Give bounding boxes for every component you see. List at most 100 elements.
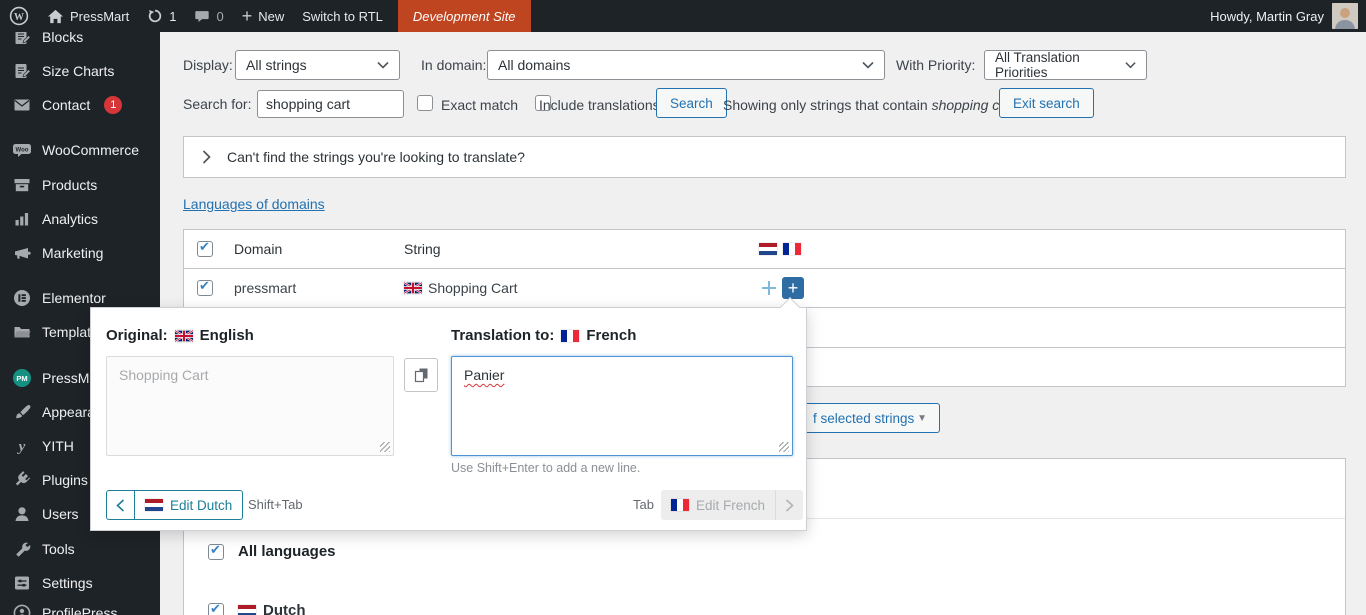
- exact-match-label: Exact match: [441, 90, 518, 120]
- domain-select-value: All domains: [498, 57, 570, 73]
- comments-icon: [194, 8, 210, 24]
- dutch-checkbox[interactable]: [208, 603, 224, 615]
- edit-french-button-disabled: Edit French: [661, 490, 803, 520]
- search-results-note: Showing only strings that contain shoppi…: [723, 90, 1016, 120]
- row-string-text: Shopping Cart: [428, 280, 518, 296]
- english-flag-icon: [175, 330, 193, 342]
- search-for-label: Search for:: [183, 89, 251, 119]
- pressmart-icon: PM: [12, 368, 32, 388]
- sidebar-item-elementor[interactable]: Elementor: [0, 287, 160, 309]
- sidebar-item-label: ProfilePress: [42, 605, 117, 615]
- copy-original-button[interactable]: [404, 358, 438, 392]
- new-label: New: [258, 9, 284, 24]
- sidebar-item-settings[interactable]: Settings: [0, 572, 160, 594]
- row-domain: pressmart: [234, 280, 404, 296]
- sidebar-item-label: Products: [42, 177, 97, 193]
- environment-badge: Development Site: [398, 0, 531, 32]
- newline-hint: Use Shift+Enter to add a new line.: [451, 461, 640, 475]
- all-languages-row: All languages: [208, 543, 336, 560]
- display-label: Display:: [183, 50, 233, 80]
- french-flag-icon: [783, 243, 801, 255]
- all-languages-checkbox[interactable]: [208, 544, 224, 560]
- translation-text: Panier: [464, 367, 504, 383]
- sidebar-item-label: Plugins: [42, 472, 88, 488]
- profilepress-icon: [12, 603, 32, 615]
- sidebar-item-label: Marketing: [42, 245, 103, 261]
- domain-select[interactable]: All domains: [487, 50, 885, 80]
- priority-select[interactable]: All Translation Priorities: [984, 50, 1147, 80]
- row-checkbox[interactable]: [197, 280, 213, 296]
- sidebar-item-contact[interactable]: Contact 1: [0, 94, 160, 116]
- avatar[interactable]: [1332, 3, 1358, 29]
- search-input[interactable]: [257, 90, 404, 118]
- exact-match-checkbox[interactable]: [417, 95, 433, 111]
- sidebar-item-profilepress[interactable]: ProfilePress: [0, 602, 160, 615]
- svg-text:PM: PM: [16, 374, 27, 383]
- sidebar-item-products[interactable]: Products: [0, 174, 160, 196]
- wrench-icon: [12, 539, 32, 559]
- resize-handle: [380, 442, 390, 452]
- switch-to-rtl[interactable]: Switch to RTL: [293, 0, 392, 32]
- copy-icon: [413, 367, 429, 383]
- home-icon: [47, 8, 64, 25]
- search-button[interactable]: Search: [656, 88, 727, 118]
- sidebar-item-woocommerce[interactable]: Woo WooCommerce: [0, 139, 160, 161]
- dutch-flag-icon: [238, 605, 256, 615]
- all-languages-label: All languages: [238, 543, 336, 560]
- howdy-text[interactable]: Howdy, Martin Gray: [1210, 9, 1324, 24]
- original-language: English: [200, 327, 254, 344]
- select-all-checkbox[interactable]: [197, 241, 213, 257]
- add-dutch-translation-icon[interactable]: [761, 280, 777, 296]
- chevron-right-icon: [775, 490, 803, 520]
- svg-text:W: W: [14, 12, 24, 23]
- elementor-icon: [12, 288, 32, 308]
- folder-icon: [12, 322, 32, 342]
- sidebar-item-tools[interactable]: Tools: [0, 538, 160, 560]
- site-menu[interactable]: PressMart: [38, 0, 138, 32]
- admin-bar: W PressMart 1 0 + New Switch to RTL Deve…: [0, 0, 1366, 32]
- notification-badge: 1: [104, 96, 122, 114]
- cant-find-strings-panel[interactable]: Can't find the strings you're looking to…: [183, 136, 1346, 178]
- in-domain-label: In domain:: [421, 50, 486, 80]
- comments-menu[interactable]: 0: [185, 0, 232, 32]
- sidebar-item-size-charts[interactable]: Size Charts: [0, 60, 160, 82]
- sidebar-item-label: Users: [42, 506, 79, 522]
- translation-textarea[interactable]: Panier: [451, 356, 793, 456]
- languages-of-domains-link[interactable]: Languages of domains: [183, 196, 325, 212]
- dutch-label-wrap: Dutch: [238, 602, 306, 615]
- size-charts-icon: [12, 61, 32, 81]
- bulk-action-selected-strings-button[interactable]: f selected strings ▼: [800, 403, 940, 433]
- translation-editor-popup: Original: English Translation to: French…: [90, 307, 807, 531]
- site-name: PressMart: [70, 9, 129, 24]
- add-french-translation-button[interactable]: +: [782, 277, 804, 299]
- dutch-label: Dutch: [263, 602, 306, 615]
- french-flag-icon: [671, 499, 689, 511]
- sidebar-item-label: Tools: [42, 541, 75, 557]
- products-icon: [12, 175, 32, 195]
- resize-handle[interactable]: [779, 442, 789, 452]
- user-icon: [12, 504, 32, 524]
- chevron-down-icon: [862, 61, 874, 69]
- bulk-action-label: f selected strings: [813, 411, 914, 426]
- sidebar-item-analytics[interactable]: Analytics: [0, 208, 160, 230]
- wordpress-logo-icon[interactable]: W: [0, 0, 38, 32]
- cant-find-strings-text: Can't find the strings you're looking to…: [227, 149, 525, 165]
- rtl-label: Switch to RTL: [302, 9, 383, 24]
- sidebar-item-label: WooCommerce: [42, 142, 139, 158]
- new-content-menu[interactable]: + New: [233, 0, 294, 32]
- edit-dutch-button[interactable]: Edit Dutch: [106, 490, 243, 520]
- plugin-icon: [12, 470, 32, 490]
- tab-hint: Tab: [633, 497, 654, 512]
- translation-language: French: [586, 327, 636, 344]
- updates-menu[interactable]: 1: [138, 0, 185, 32]
- svg-text:y: y: [17, 439, 26, 455]
- display-select[interactable]: All strings: [235, 50, 400, 80]
- megaphone-icon: [12, 243, 32, 263]
- exit-search-button[interactable]: Exit search: [999, 88, 1094, 118]
- edit-dutch-label-cell: Edit Dutch: [134, 491, 242, 519]
- chevron-right-icon: [202, 150, 211, 164]
- brush-icon: [12, 402, 32, 422]
- edit-french-label-cell: Edit French: [661, 490, 775, 520]
- woocommerce-icon: Woo: [12, 140, 32, 160]
- sidebar-item-marketing[interactable]: Marketing: [0, 242, 160, 264]
